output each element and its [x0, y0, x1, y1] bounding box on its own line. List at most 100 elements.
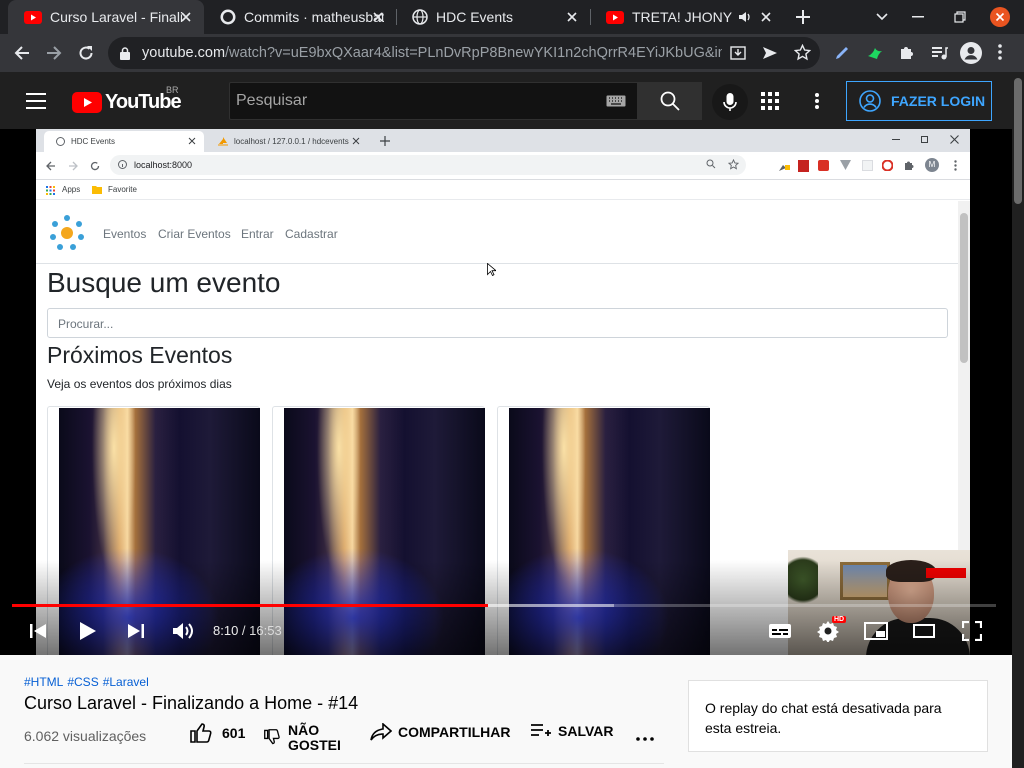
- section-subtitle: Veja os eventos dos próximos dias: [47, 377, 232, 391]
- opera-extension-icon: [882, 160, 893, 171]
- paint-extension-icon: [778, 160, 790, 172]
- tab-title: HDC Events: [436, 9, 514, 25]
- back-arrow-icon[interactable]: [8, 39, 36, 67]
- browser-tab-github-commits[interactable]: Commits · matheusbattisti/laravel: [204, 0, 396, 34]
- voice-search-button[interactable]: [712, 84, 748, 120]
- close-tab-icon[interactable]: [758, 9, 774, 25]
- reload-icon[interactable]: [72, 39, 100, 67]
- browser-tab-treta-jhony[interactable]: TRETA! JHONY: [590, 0, 784, 34]
- view-count[interactable]: 6.062 visualizações: [24, 728, 164, 744]
- save-label: SALVAR: [558, 723, 614, 739]
- theater-mode-button[interactable]: [910, 617, 938, 645]
- profile-avatar-icon[interactable]: [960, 42, 982, 64]
- miniplayer-button[interactable]: [862, 617, 890, 645]
- install-app-icon[interactable]: [730, 45, 746, 61]
- extensions-puzzle-icon[interactable]: [898, 44, 916, 62]
- minimize-icon: [892, 139, 900, 141]
- tab-title: Curso Laravel - Finalizando a Home - #14: [50, 9, 182, 25]
- mute-button[interactable]: [169, 617, 197, 645]
- inner-tab-title: HDC Events: [71, 137, 116, 146]
- close-tab-icon: [352, 137, 360, 145]
- new-tab-plus-icon[interactable]: [794, 8, 812, 26]
- extensions-puzzle-icon: [904, 160, 915, 171]
- save-button[interactable]: SALVAR: [530, 723, 613, 739]
- hamburger-menu-icon[interactable]: [26, 93, 46, 109]
- hd-badge: HD: [832, 616, 847, 623]
- dislike-button[interactable]: NÃO GOSTEI: [264, 723, 341, 753]
- search-button[interactable]: [638, 82, 702, 120]
- keyboard-icon[interactable]: [606, 95, 626, 107]
- close-tab-icon[interactable]: [564, 9, 580, 25]
- sailboat-icon: [218, 137, 228, 146]
- apps-grid-icon[interactable]: [761, 92, 779, 110]
- bird-extension-icon[interactable]: [866, 44, 884, 62]
- speaker-icon[interactable]: [738, 10, 752, 24]
- hashtag-link[interactable]: #HTML: [24, 675, 63, 689]
- youtube-icon: [606, 10, 624, 24]
- nav-link-criar-eventos: Criar Eventos: [158, 227, 231, 241]
- play-button[interactable]: [74, 617, 102, 645]
- like-button[interactable]: 601: [190, 723, 245, 743]
- close-window-icon: [950, 135, 959, 144]
- pdf-extension-icon: [798, 160, 809, 172]
- bookmark-favorite: Favorite: [108, 185, 137, 194]
- tab-title: TRETA! JHONY: [632, 9, 732, 25]
- hashtag-link[interactable]: #Laravel: [103, 675, 149, 689]
- tab-search-chevron-icon[interactable]: [862, 0, 902, 34]
- search-input[interactable]: [236, 89, 596, 113]
- inner-address-bar: localhost:8000: [110, 155, 746, 175]
- inner-tab-hdc-events: HDC Events: [44, 131, 204, 152]
- bookmark-star-icon: [728, 159, 739, 170]
- volume-icon: [172, 621, 194, 641]
- subtitles-button[interactable]: [766, 617, 794, 645]
- more-actions-icon[interactable]: [636, 737, 654, 741]
- close-tab-icon[interactable]: [370, 9, 386, 25]
- inner-tab-strip: HDC Events localhost / 127.0.0.1 / hdcev…: [36, 129, 970, 152]
- send-tab-icon[interactable]: [762, 45, 778, 61]
- zoom-icon: [706, 159, 716, 169]
- address-bar[interactable]: youtube.com/watch?v=uE9bxQXaar4&list=PLn…: [108, 37, 820, 69]
- settings-more-icon[interactable]: [815, 93, 819, 109]
- previous-button[interactable]: [24, 617, 52, 645]
- video-title: Curso Laravel - Finalizando a Home - #14: [24, 693, 359, 713]
- kebab-menu-icon[interactable]: [998, 44, 1002, 60]
- info-icon: [118, 160, 127, 169]
- folder-icon: [92, 185, 102, 194]
- account-circle-icon: [859, 90, 881, 112]
- browser-tab-hdc-events[interactable]: HDC Events: [396, 0, 590, 34]
- pen-extension-icon[interactable]: [834, 45, 850, 61]
- hashtag-link[interactable]: #CSS: [67, 675, 98, 689]
- minimize-icon[interactable]: [898, 0, 938, 34]
- section-heading: Próximos Eventos: [47, 342, 233, 368]
- youtube-logo[interactable]: YouTube BR: [72, 85, 182, 114]
- tab-title: Commits · matheusbattisti/laravel: [244, 9, 384, 25]
- profile-avatar: M: [925, 158, 939, 172]
- bookmark-star-icon[interactable]: [794, 44, 811, 61]
- restore-icon[interactable]: [940, 0, 980, 34]
- youtube-masthead: YouTube BR FAZER LOGIN: [0, 72, 1024, 129]
- browser-tab-youtube-video[interactable]: Curso Laravel - Finalizando a Home - #14: [8, 0, 204, 34]
- lock-icon: [120, 47, 130, 60]
- page-scrollbar[interactable]: [1012, 72, 1024, 768]
- fullscreen-button[interactable]: [958, 617, 986, 645]
- search-box: [229, 82, 638, 120]
- close-window-icon[interactable]: [980, 0, 1020, 34]
- like-count: 601: [222, 725, 246, 741]
- mouse-cursor-icon: [487, 263, 496, 276]
- vue-devtools-icon: [840, 160, 851, 170]
- share-button[interactable]: COMPARTILHAR: [370, 723, 511, 741]
- progress-bar[interactable]: [12, 604, 996, 607]
- search-icon: [660, 91, 680, 111]
- login-button[interactable]: FAZER LOGIN: [846, 81, 992, 121]
- forward-arrow-icon[interactable]: [40, 39, 68, 67]
- apps-grid-icon: [46, 186, 55, 195]
- share-arrow-icon: [370, 723, 392, 741]
- media-queue-icon[interactable]: [930, 44, 948, 62]
- settings-button[interactable]: HD: [814, 616, 847, 645]
- theater-mode-icon: [913, 624, 935, 638]
- fullscreen-icon: [962, 621, 982, 641]
- close-tab-icon[interactable]: [178, 9, 194, 25]
- next-button[interactable]: [122, 617, 150, 645]
- miniplayer-icon: [864, 622, 888, 640]
- thumbs-up-icon: [190, 723, 212, 743]
